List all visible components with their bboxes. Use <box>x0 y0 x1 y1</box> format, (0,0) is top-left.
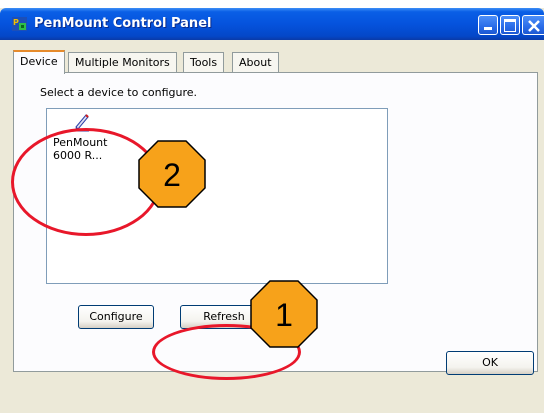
tab-multiple-monitors[interactable]: Multiple Monitors <box>68 52 177 72</box>
window-title: PenMount Control Panel <box>34 16 212 31</box>
select-device-prompt: Select a device to configure. <box>40 86 198 99</box>
device-label: PenMount 6000 R... <box>53 136 123 162</box>
device-list[interactable]: PenMount 6000 R... <box>46 108 388 284</box>
minimize-button[interactable] <box>478 15 498 35</box>
title-bar[interactable]: P PenMount Control Panel <box>0 8 544 40</box>
callout-marker-1: 1 <box>250 280 318 348</box>
pen-icon <box>74 114 89 132</box>
configure-button[interactable]: Configure <box>78 305 154 329</box>
callout-marker-2: 2 <box>138 140 206 208</box>
tab-about[interactable]: About <box>232 52 279 72</box>
tab-tools[interactable]: Tools <box>183 52 225 72</box>
tab-device[interactable]: Device <box>13 50 65 74</box>
penmount-app-icon: P <box>12 17 27 31</box>
maximize-button[interactable] <box>500 15 520 35</box>
close-icon <box>528 20 540 32</box>
ok-button[interactable]: OK <box>446 351 534 375</box>
svg-text:P: P <box>13 18 19 27</box>
device-label-line1: PenMount <box>53 136 108 149</box>
close-button[interactable] <box>522 15 544 35</box>
penmount-window: P PenMount Control Panel Device Multiple… <box>0 8 544 413</box>
callout-number-1: 1 <box>275 297 293 333</box>
callout-number-2: 2 <box>163 157 181 193</box>
device-label-line2: 6000 R... <box>53 149 103 162</box>
